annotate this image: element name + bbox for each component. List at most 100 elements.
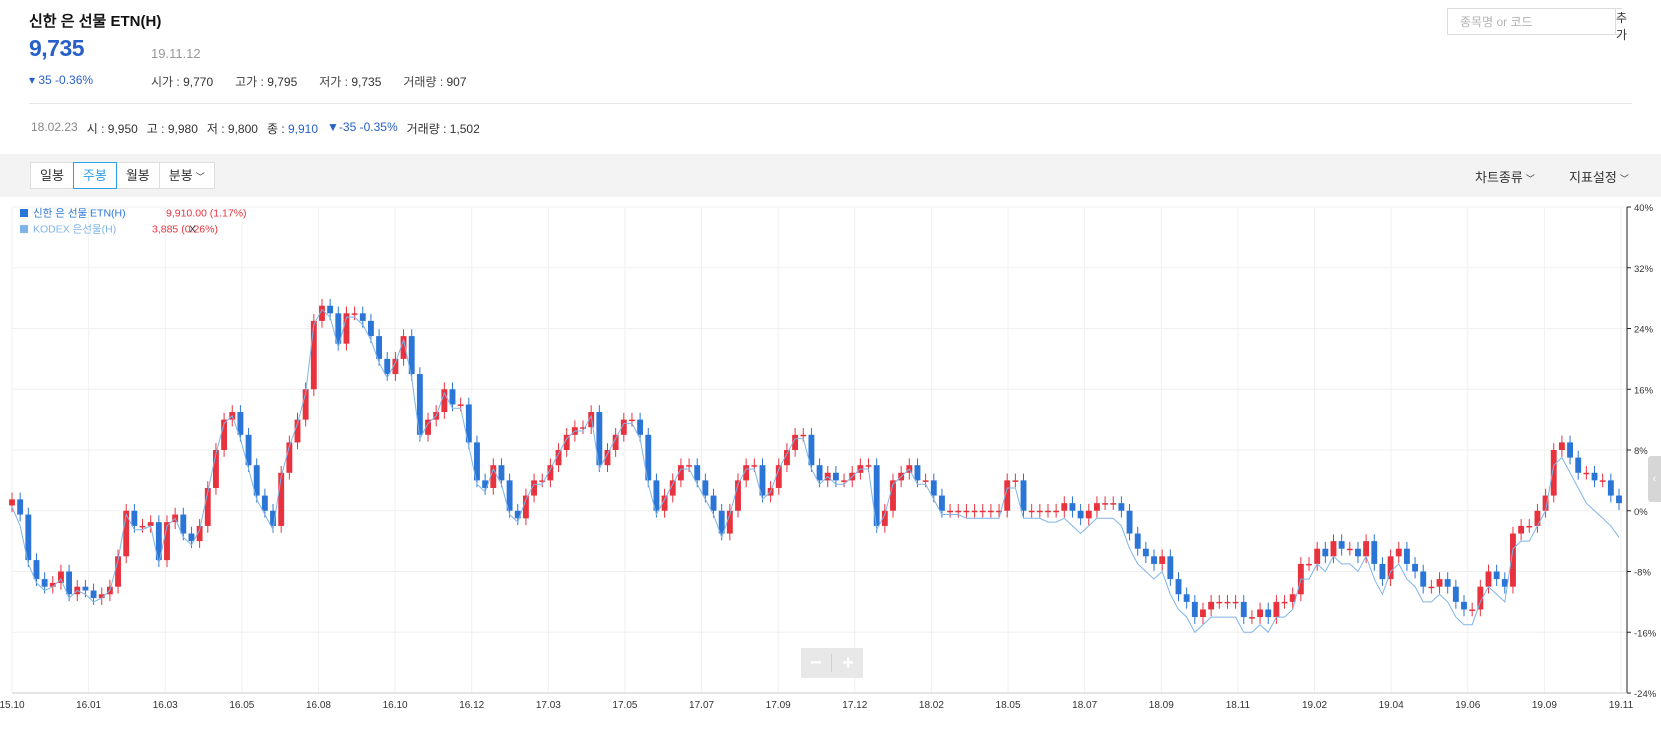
candle-body [1208, 601, 1215, 610]
candle-body [367, 320, 374, 337]
candle-body [694, 465, 701, 481]
candle-body [41, 579, 48, 587]
x-tick-label: 18.09 [1149, 700, 1174, 711]
add-button[interactable]: 추가 [1615, 9, 1628, 42]
candle-body [1265, 609, 1272, 618]
candle-body [971, 510, 978, 513]
legend-main-name: 신한 은 선물 ETN(H) [33, 208, 126, 220]
x-tick-label: 16.01 [76, 700, 101, 711]
tab-minute[interactable]: 분봉 ﹀ [158, 162, 215, 189]
candle-body [1371, 541, 1378, 564]
y-tick-label: 8% [1634, 446, 1648, 457]
candle-body [979, 510, 986, 513]
search-input[interactable] [1448, 9, 1615, 34]
price-change: ▾ 35 -0.36% [29, 73, 94, 87]
tab-daily[interactable]: 일봉 [30, 162, 74, 189]
x-tick-label: 19.02 [1302, 700, 1327, 711]
candle-body [955, 510, 962, 513]
candle-body [1363, 541, 1370, 557]
period-tabs: 일봉 주봉 월봉 분봉 ﹀ [30, 162, 215, 189]
candle-body [449, 389, 456, 405]
candle-body [1175, 579, 1182, 595]
zoom-divider [831, 654, 833, 672]
candle-body [686, 465, 692, 467]
candle-body [1346, 548, 1353, 551]
candle-body [1110, 503, 1117, 505]
candle-body [1428, 586, 1435, 589]
candle-body [1069, 503, 1076, 511]
candle-body [1493, 571, 1500, 580]
candle-body [180, 514, 187, 534]
chevron-left-icon: ‹ [1652, 473, 1657, 485]
x-tick-label: 16.08 [306, 700, 331, 711]
candle-body [1216, 601, 1223, 604]
candle-body [1061, 503, 1068, 511]
indicator-menu[interactable]: 지표설정 ﹀ [1569, 167, 1629, 186]
candle-body [1420, 571, 1427, 587]
candle-body [9, 499, 15, 506]
y-tick-label: 32% [1634, 264, 1654, 275]
candle-body [1403, 548, 1410, 564]
candle-body [1330, 541, 1337, 557]
legend-remove-button[interactable]: X [189, 224, 196, 236]
candle-body [17, 499, 24, 515]
stock-title: 신한 은 선물 ETN(H) [29, 13, 162, 30]
candle-body [278, 472, 285, 526]
candle-body [237, 412, 244, 435]
hover-date: 18.02.23 [31, 120, 78, 134]
candle-body [1036, 510, 1043, 513]
candle-body [66, 571, 73, 595]
candle-body [1306, 563, 1312, 566]
tab-monthly[interactable]: 월봉 [115, 162, 160, 189]
hover-high: 고 : 9,980 [146, 122, 198, 136]
candle-body [710, 495, 717, 511]
zoom-in-button[interactable]: + [834, 652, 862, 675]
candle-body [1142, 548, 1149, 557]
candle-body [384, 358, 391, 375]
candle-body [327, 305, 334, 314]
x-tick-label: 16.12 [459, 700, 484, 711]
candle-body [1518, 525, 1525, 534]
candle-body [1159, 556, 1166, 564]
candle-body [1338, 541, 1345, 549]
candle-body [1379, 563, 1386, 580]
x-tick-label: 16.10 [383, 700, 408, 711]
candle-body [1020, 480, 1027, 511]
candle-body [800, 434, 807, 437]
candle-body [1085, 510, 1092, 519]
candle-body [33, 560, 40, 580]
ohlv-summary: 시가 : 9,770 고가 : 9,795 저가 : 9,735 거래량 : 9… [151, 73, 467, 90]
candle-body [1599, 480, 1606, 482]
tab-weekly[interactable]: 주봉 [72, 162, 117, 189]
candle-body [1224, 601, 1231, 604]
candle-body [1281, 601, 1288, 604]
x-tick-label: 16.03 [153, 700, 178, 711]
candle-body [832, 472, 839, 481]
hover-volume: 거래량 : 1,502 [406, 122, 480, 136]
hover-open: 시 : 9,950 [86, 122, 138, 136]
candle-body [139, 525, 146, 528]
x-tick-label: 17.07 [689, 700, 714, 711]
candle-body [1583, 472, 1590, 475]
zoom-out-button[interactable]: − [802, 652, 830, 675]
side-panel-toggle[interactable]: ‹ [1648, 456, 1661, 502]
candle-body [1053, 510, 1060, 513]
candle-body [1077, 510, 1084, 519]
volume: 거래량 : 907 [403, 75, 467, 89]
candle-body [1012, 480, 1019, 482]
y-tick-label: 16% [1634, 385, 1654, 396]
chart-type-menu[interactable]: 차트종류 ﹀ [1475, 167, 1535, 186]
candle-body [1469, 609, 1476, 611]
candle-body [1526, 525, 1533, 528]
x-tick-label: 17.03 [536, 700, 561, 711]
candle-body [1126, 510, 1133, 534]
candle-body [1558, 442, 1565, 450]
candle-body [310, 320, 317, 390]
candle-body [1151, 556, 1157, 564]
candle-body [922, 480, 929, 482]
candle-body [1118, 503, 1125, 511]
x-tick-label: 15.10 [0, 700, 25, 711]
candle-body [498, 465, 505, 481]
candle-body [1534, 510, 1541, 526]
candle-body [963, 510, 970, 513]
